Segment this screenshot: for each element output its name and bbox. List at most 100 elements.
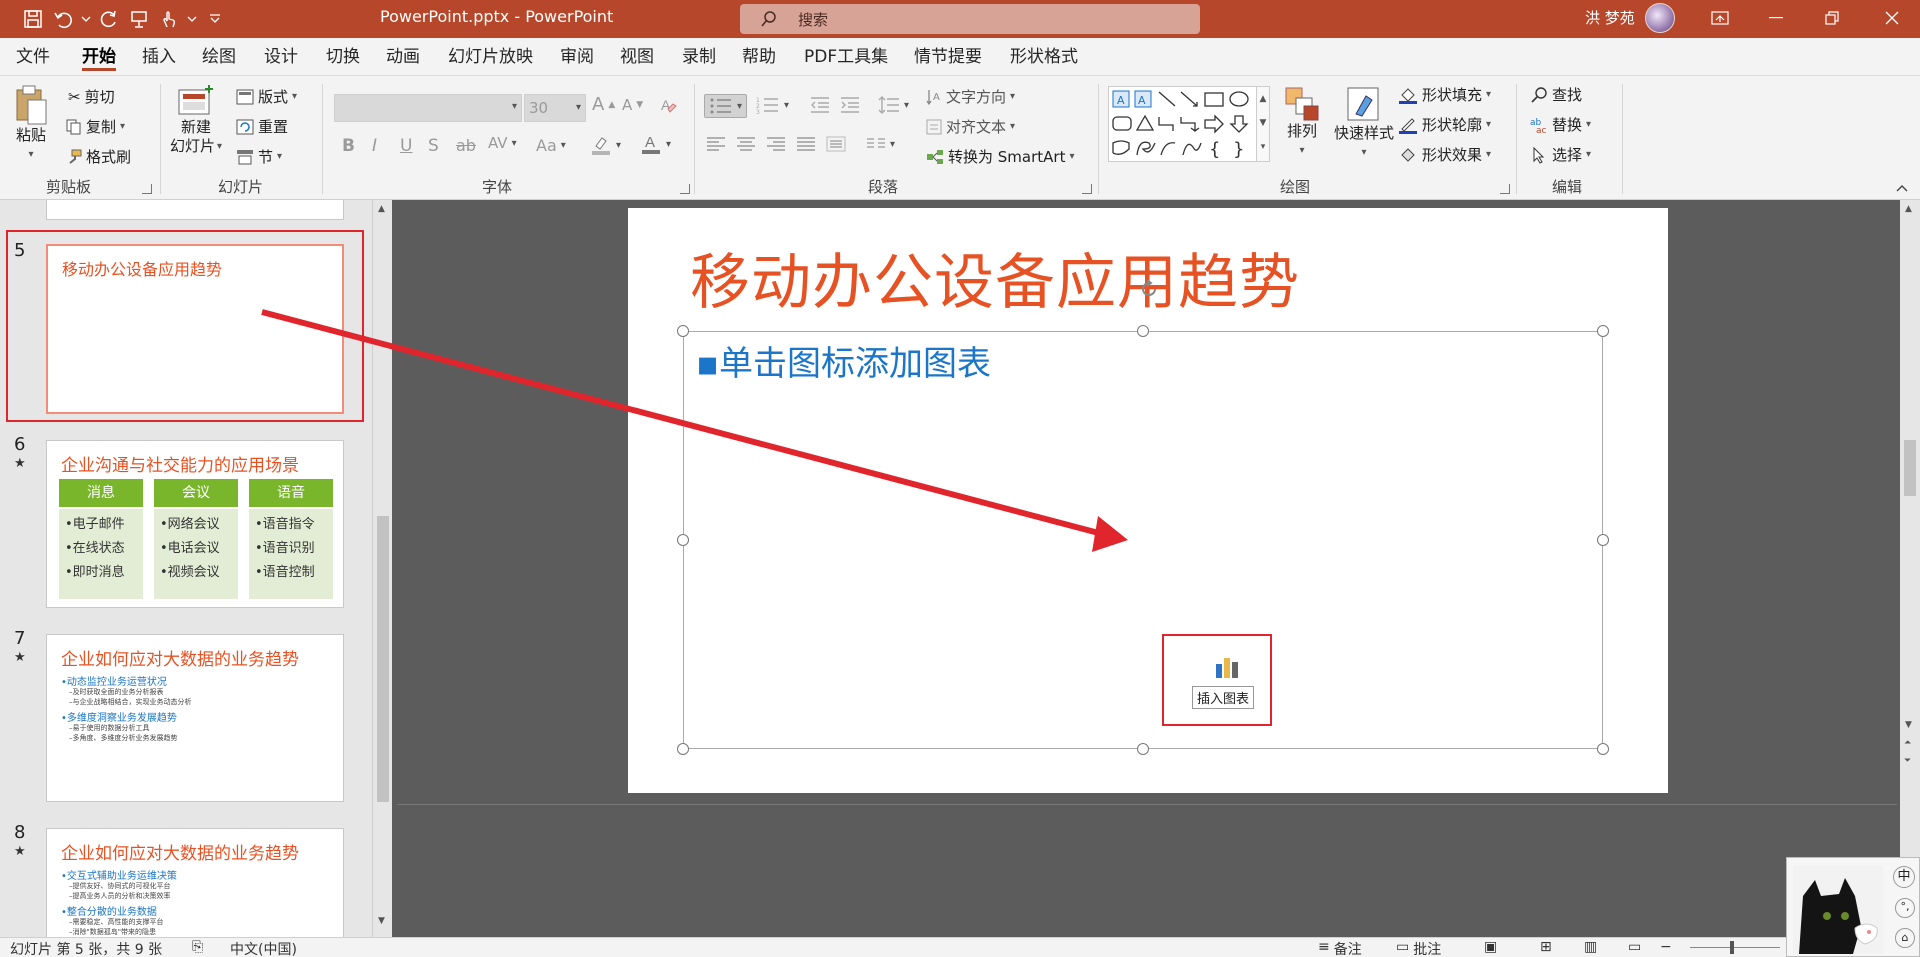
drawing-launcher-icon[interactable]	[1500, 184, 1510, 194]
align-center-icon[interactable]	[736, 136, 756, 152]
highlight-color-icon[interactable]: ▾	[590, 134, 621, 156]
scrollbar-thumb[interactable]	[377, 516, 389, 802]
shapes-gallery-scroll[interactable]: ▲ ▼ ▾	[1256, 86, 1270, 162]
bullets-button[interactable]: ▾	[704, 94, 748, 118]
comments-button[interactable]: ▭ 批注	[1396, 939, 1441, 957]
presentation-icon[interactable]	[124, 0, 154, 38]
redo-icon[interactable]	[94, 0, 124, 38]
italic-icon[interactable]: I	[372, 136, 377, 156]
align-right-icon[interactable]	[766, 136, 786, 152]
clipboard-launcher-icon[interactable]	[142, 184, 152, 194]
customize-qat-icon[interactable]	[200, 0, 230, 38]
restore-icon[interactable]	[1804, 0, 1860, 36]
increase-indent-icon[interactable]	[840, 96, 860, 114]
undo-dropdown-icon[interactable]	[78, 0, 94, 38]
next-slide-icon[interactable]: ⏷	[1904, 756, 1911, 766]
search-input[interactable]: 搜索	[740, 4, 1200, 34]
new-slide-button[interactable]: 新建 幻灯片 ▾	[170, 84, 222, 156]
font-size-dropdown[interactable]: 30 ▾	[524, 94, 586, 122]
tab-draw[interactable]: 绘图	[202, 38, 236, 76]
resize-handle[interactable]	[1597, 325, 1609, 337]
underline-icon[interactable]: U	[400, 136, 412, 156]
tab-view[interactable]: 视图	[620, 38, 654, 76]
layout-button[interactable]: 版式 ▾	[236, 86, 297, 107]
copy-button[interactable]: 复制 ▾	[66, 116, 125, 137]
tab-transitions[interactable]: 切换	[326, 38, 360, 76]
reading-view-icon[interactable]: ▥	[1584, 939, 1597, 955]
increase-font-size-icon[interactable]: A ▲	[592, 94, 615, 115]
justify-icon[interactable]	[796, 136, 816, 152]
align-text-button[interactable]: 对齐文本 ▾	[926, 116, 1015, 137]
clear-formatting-icon[interactable]: A	[660, 96, 678, 114]
tab-pdf-tools[interactable]: PDF工具集	[804, 38, 888, 76]
bold-icon[interactable]: B	[342, 136, 355, 156]
slide-thumbnail-8[interactable]: 企业如何应对大数据的业务趋势 •交互式辅助业务运维决策 –提供友好、协同式的可视…	[46, 828, 344, 937]
undo-icon[interactable]	[48, 0, 78, 38]
strikethrough-icon[interactable]: ab	[456, 136, 476, 155]
character-spacing-icon[interactable]: AV ▾	[488, 134, 517, 152]
language-indicator[interactable]: 中文(中国)	[230, 939, 297, 957]
scroll-down-icon[interactable]: ▼	[378, 916, 385, 926]
resize-handle[interactable]	[1137, 325, 1149, 337]
minimize-icon[interactable]	[1748, 0, 1804, 36]
reset-button[interactable]: 重置	[236, 116, 288, 137]
decrease-font-size-icon[interactable]: A ▼	[622, 96, 643, 114]
cut-button[interactable]: ✂ 剪切	[68, 86, 115, 107]
ime-widget[interactable]: 中 °, ⌂	[1786, 857, 1920, 957]
slide-scrollbar[interactable]: ▲ ▼ ⏶ ⏷	[1900, 200, 1920, 937]
columns-icon[interactable]: ▾	[866, 136, 895, 152]
user-name[interactable]: 洪 梦苑	[1585, 0, 1635, 38]
resize-handle[interactable]	[677, 325, 689, 337]
shape-effects-button[interactable]: 形状效果 ▾	[1398, 144, 1491, 165]
touch-mode-icon[interactable]	[154, 0, 184, 38]
resize-handle[interactable]	[1137, 743, 1149, 755]
tab-help[interactable]: 帮助	[742, 38, 776, 76]
slide-title[interactable]: 移动办公设备应用趋势	[690, 234, 1300, 321]
content-placeholder[interactable]: ▪单击图标添加图表 插入图表	[683, 331, 1603, 749]
tab-home[interactable]: 开始	[82, 38, 116, 76]
font-color-icon[interactable]: A ▾	[640, 132, 671, 156]
tab-design[interactable]: 设计	[264, 38, 298, 76]
paste-button[interactable]: 粘贴 ▾	[14, 84, 48, 164]
select-button[interactable]: 选择 ▾	[1530, 144, 1591, 165]
font-launcher-icon[interactable]	[680, 184, 690, 194]
resize-handle[interactable]	[1597, 743, 1609, 755]
tab-record[interactable]: 录制	[682, 38, 716, 76]
text-direction-button[interactable]: A 文字方向 ▾	[926, 86, 1015, 107]
slide-thumbnail-5[interactable]: 移动办公设备应用趋势	[46, 244, 344, 414]
change-case-icon[interactable]: Aa ▾	[536, 136, 566, 155]
slide-thumbnail-7[interactable]: 企业如何应对大数据的业务趋势 •动态监控业务运营状况 –及时获取全面的业务分析报…	[46, 634, 344, 802]
scroll-down-icon[interactable]: ▼	[1905, 720, 1912, 730]
ime-mode-indicator[interactable]: 中	[1893, 866, 1915, 888]
resize-handle[interactable]	[1597, 534, 1609, 546]
zoom-slider[interactable]	[1690, 947, 1780, 948]
tab-review[interactable]: 审阅	[560, 38, 594, 76]
find-button[interactable]: 查找	[1530, 84, 1582, 105]
replace-button[interactable]: ab ac 替换 ▾	[1530, 114, 1591, 135]
save-icon[interactable]	[18, 0, 48, 38]
tab-animations[interactable]: 动画	[386, 38, 420, 76]
thumbnail-scrollbar[interactable]: ▲ ▼	[372, 200, 392, 937]
slide-sorter-icon[interactable]: ⊞	[1540, 939, 1552, 955]
tab-slideshow[interactable]: 幻灯片放映	[448, 38, 533, 76]
shadow-icon[interactable]: S	[428, 136, 439, 156]
current-slide[interactable]: 移动办公设备应用趋势 ▪单击图标添加图表 插入图表	[628, 208, 1668, 793]
distributed-icon[interactable]	[826, 136, 846, 152]
normal-view-icon[interactable]: ▣	[1484, 939, 1497, 955]
font-name-dropdown[interactable]: ▾	[334, 94, 522, 122]
collapse-ribbon-icon[interactable]	[1896, 184, 1908, 192]
align-left-icon[interactable]	[706, 136, 726, 152]
numbering-icon[interactable]: 1 2 3 ▾	[756, 96, 789, 114]
previous-slide-icon[interactable]: ⏶	[1904, 738, 1911, 748]
line-spacing-icon[interactable]: ▾	[878, 96, 909, 114]
format-painter-button[interactable]: 格式刷	[66, 146, 131, 167]
slideshow-view-icon[interactable]: ▭	[1628, 939, 1641, 955]
resize-handle[interactable]	[677, 534, 689, 546]
resize-handle[interactable]	[677, 743, 689, 755]
arrange-button[interactable]: 排列 ▾	[1284, 86, 1320, 160]
spellcheck-icon[interactable]: ⎘	[192, 939, 203, 955]
ime-skin-icon[interactable]: ⌂	[1895, 928, 1915, 948]
shape-fill-button[interactable]: 形状填充 ▾	[1398, 84, 1491, 105]
shape-outline-button[interactable]: 形状轮廓 ▾	[1398, 114, 1491, 135]
ime-punctuation-icon[interactable]: °,	[1895, 898, 1915, 918]
